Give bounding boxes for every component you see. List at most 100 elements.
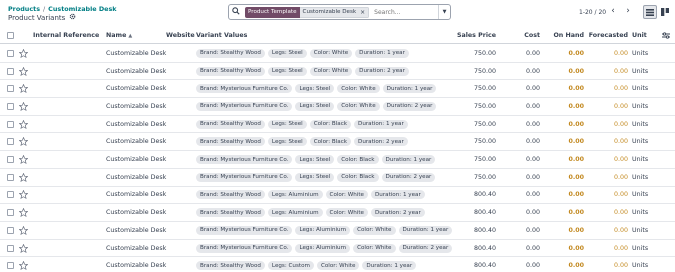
row-checkbox[interactable] — [7, 85, 14, 93]
column-internal-reference[interactable]: Internal Reference — [33, 28, 99, 43]
row-checkbox[interactable] — [7, 49, 14, 57]
star-icon[interactable] — [19, 151, 28, 168]
sales-price: 750.00 — [473, 138, 496, 146]
column-cost[interactable]: Cost — [510, 28, 540, 43]
table-row[interactable]: Customizable Desk Brand: Mysterious Furni… — [0, 98, 675, 116]
star-icon[interactable] — [19, 257, 28, 272]
table-row[interactable]: Customizable Desk Brand: Mysterious Furni… — [0, 240, 675, 258]
variant-value-tag: Duration: 2 year — [370, 208, 425, 218]
unit: Units — [632, 49, 649, 57]
star-icon[interactable] — [19, 134, 28, 151]
product-name[interactable]: Customizable Desk — [106, 116, 166, 133]
table-row[interactable]: Customizable Desk Brand: Mysterious Furni… — [0, 169, 675, 187]
on-hand: 0.00 — [568, 138, 584, 146]
table-row[interactable]: Customizable Desk Brand: Mysterious Furni… — [0, 222, 675, 240]
forecasted: 0.00 — [613, 49, 628, 57]
row-checkbox[interactable] — [7, 173, 14, 181]
product-name[interactable]: Customizable Desk — [106, 169, 166, 186]
gear-icon[interactable] — [69, 13, 76, 22]
product-name[interactable]: Customizable Desk — [106, 63, 166, 80]
row-checkbox[interactable] — [7, 262, 14, 270]
table-row[interactable]: Customizable Desk Brand: Stealthy Wood Leg… — [0, 204, 675, 222]
star-icon[interactable] — [19, 240, 28, 257]
search-facet: Product Template Customizable Desk × — [245, 6, 370, 18]
column-on-hand[interactable]: On Hand — [550, 28, 584, 43]
facet-remove-icon[interactable]: × — [360, 9, 365, 16]
variant-values: Brand: Mysterious Furniture Co. Legs: Ste… — [196, 151, 438, 168]
variant-value-tag: Duration: 2 year — [398, 243, 453, 253]
product-name[interactable]: Customizable Desk — [106, 134, 166, 151]
variant-value-tag: Brand: Mysterious Furniture Co. — [196, 155, 293, 165]
table-row[interactable]: Customizable Desk Brand: Stealthy Wood Leg… — [0, 45, 675, 63]
column-settings-icon[interactable] — [662, 28, 670, 43]
breadcrumb-products[interactable]: Products — [8, 5, 40, 13]
variant-values: Brand: Mysterious Furniture Co. Legs: Alu… — [196, 240, 455, 257]
variant-values: Brand: Mysterious Furniture Co. Legs: Ste… — [196, 98, 439, 115]
variant-value-tag: Brand: Mysterious Furniture Co. — [196, 225, 293, 235]
star-icon[interactable] — [19, 116, 28, 133]
variant-value-tag: Color: White — [309, 48, 353, 58]
product-name[interactable]: Customizable Desk — [106, 98, 166, 115]
table-row[interactable]: Customizable Desk Brand: Stealthy Wood Leg… — [0, 134, 675, 152]
product-name[interactable]: Customizable Desk — [106, 222, 166, 239]
search-icon[interactable] — [229, 7, 243, 17]
row-checkbox[interactable] — [7, 102, 14, 110]
star-icon[interactable] — [19, 222, 28, 239]
row-checkbox[interactable] — [7, 226, 14, 234]
row-checkbox[interactable] — [7, 67, 14, 75]
variant-value-tag: Duration: 1 year — [355, 48, 409, 58]
sales-price: 750.00 — [473, 85, 496, 93]
pager-next-button[interactable]: › — [622, 6, 634, 18]
star-icon[interactable] — [19, 63, 28, 80]
column-variant-values[interactable]: Variant Values — [196, 28, 247, 43]
row-checkbox[interactable] — [7, 138, 14, 146]
on-hand: 0.00 — [568, 209, 584, 217]
breadcrumb-customizable-desk[interactable]: Customizable Desk — [48, 5, 116, 13]
breadcrumb-separator: / — [43, 5, 46, 13]
list-view-button[interactable] — [643, 5, 657, 19]
variant-value-tag: Color: White — [353, 243, 396, 253]
pager-previous-button[interactable]: ‹ — [607, 6, 619, 18]
kanban-view-button[interactable] — [658, 5, 672, 19]
product-name[interactable]: Customizable Desk — [106, 240, 166, 257]
select-all-checkbox[interactable] — [7, 32, 14, 39]
pager-value[interactable]: 1-20 / 20 — [579, 9, 606, 16]
row-checkbox[interactable] — [7, 156, 14, 164]
column-sales-price[interactable]: Sales Price — [450, 28, 496, 43]
row-checkbox[interactable] — [7, 120, 14, 128]
row-checkbox[interactable] — [7, 209, 14, 217]
product-name[interactable]: Customizable Desk — [106, 257, 166, 272]
search-toggle-icon[interactable]: ▼ — [438, 5, 450, 19]
row-checkbox[interactable] — [7, 244, 14, 252]
star-icon[interactable] — [19, 169, 28, 186]
table-row[interactable]: Customizable Desk Brand: Stealthy Wood Leg… — [0, 187, 675, 205]
sales-price: 750.00 — [473, 120, 496, 128]
row-checkbox[interactable] — [7, 191, 14, 199]
unit: Units — [632, 226, 649, 234]
star-icon[interactable] — [19, 45, 28, 62]
unit: Units — [632, 102, 649, 110]
product-name[interactable]: Customizable Desk — [106, 187, 166, 204]
star-icon[interactable] — [19, 204, 28, 221]
table-row[interactable]: Customizable Desk Brand: Stealthy Wood Leg… — [0, 257, 675, 272]
product-name[interactable]: Customizable Desk — [106, 204, 166, 221]
star-icon[interactable] — [19, 98, 28, 115]
column-forecasted[interactable]: Forecasted — [588, 28, 628, 43]
table-row[interactable]: Customizable Desk Brand: Mysterious Furni… — [0, 80, 675, 99]
product-name[interactable]: Customizable Desk — [106, 80, 166, 97]
column-website[interactable]: Website — [166, 28, 195, 43]
product-name[interactable]: Customizable Desk — [106, 151, 166, 168]
breadcrumb: Products / Customizable Desk — [8, 5, 117, 13]
column-unit[interactable]: Unit — [632, 28, 647, 43]
table-row[interactable]: Customizable Desk Brand: Stealthy Wood Leg… — [0, 63, 675, 81]
variant-value-tag: Brand: Mysterious Furniture Co. — [196, 101, 293, 111]
star-icon[interactable] — [19, 80, 28, 97]
column-name[interactable]: Name ▲ — [106, 28, 132, 43]
sales-price: 750.00 — [473, 173, 496, 181]
search-input[interactable] — [374, 8, 445, 16]
table-row[interactable]: Customizable Desk Brand: Mysterious Furni… — [0, 151, 675, 169]
cost: 0.00 — [525, 226, 540, 234]
table-row[interactable]: Customizable Desk Brand: Stealthy Wood Leg… — [0, 116, 675, 134]
product-name[interactable]: Customizable Desk — [106, 45, 166, 62]
star-icon[interactable] — [19, 187, 28, 204]
